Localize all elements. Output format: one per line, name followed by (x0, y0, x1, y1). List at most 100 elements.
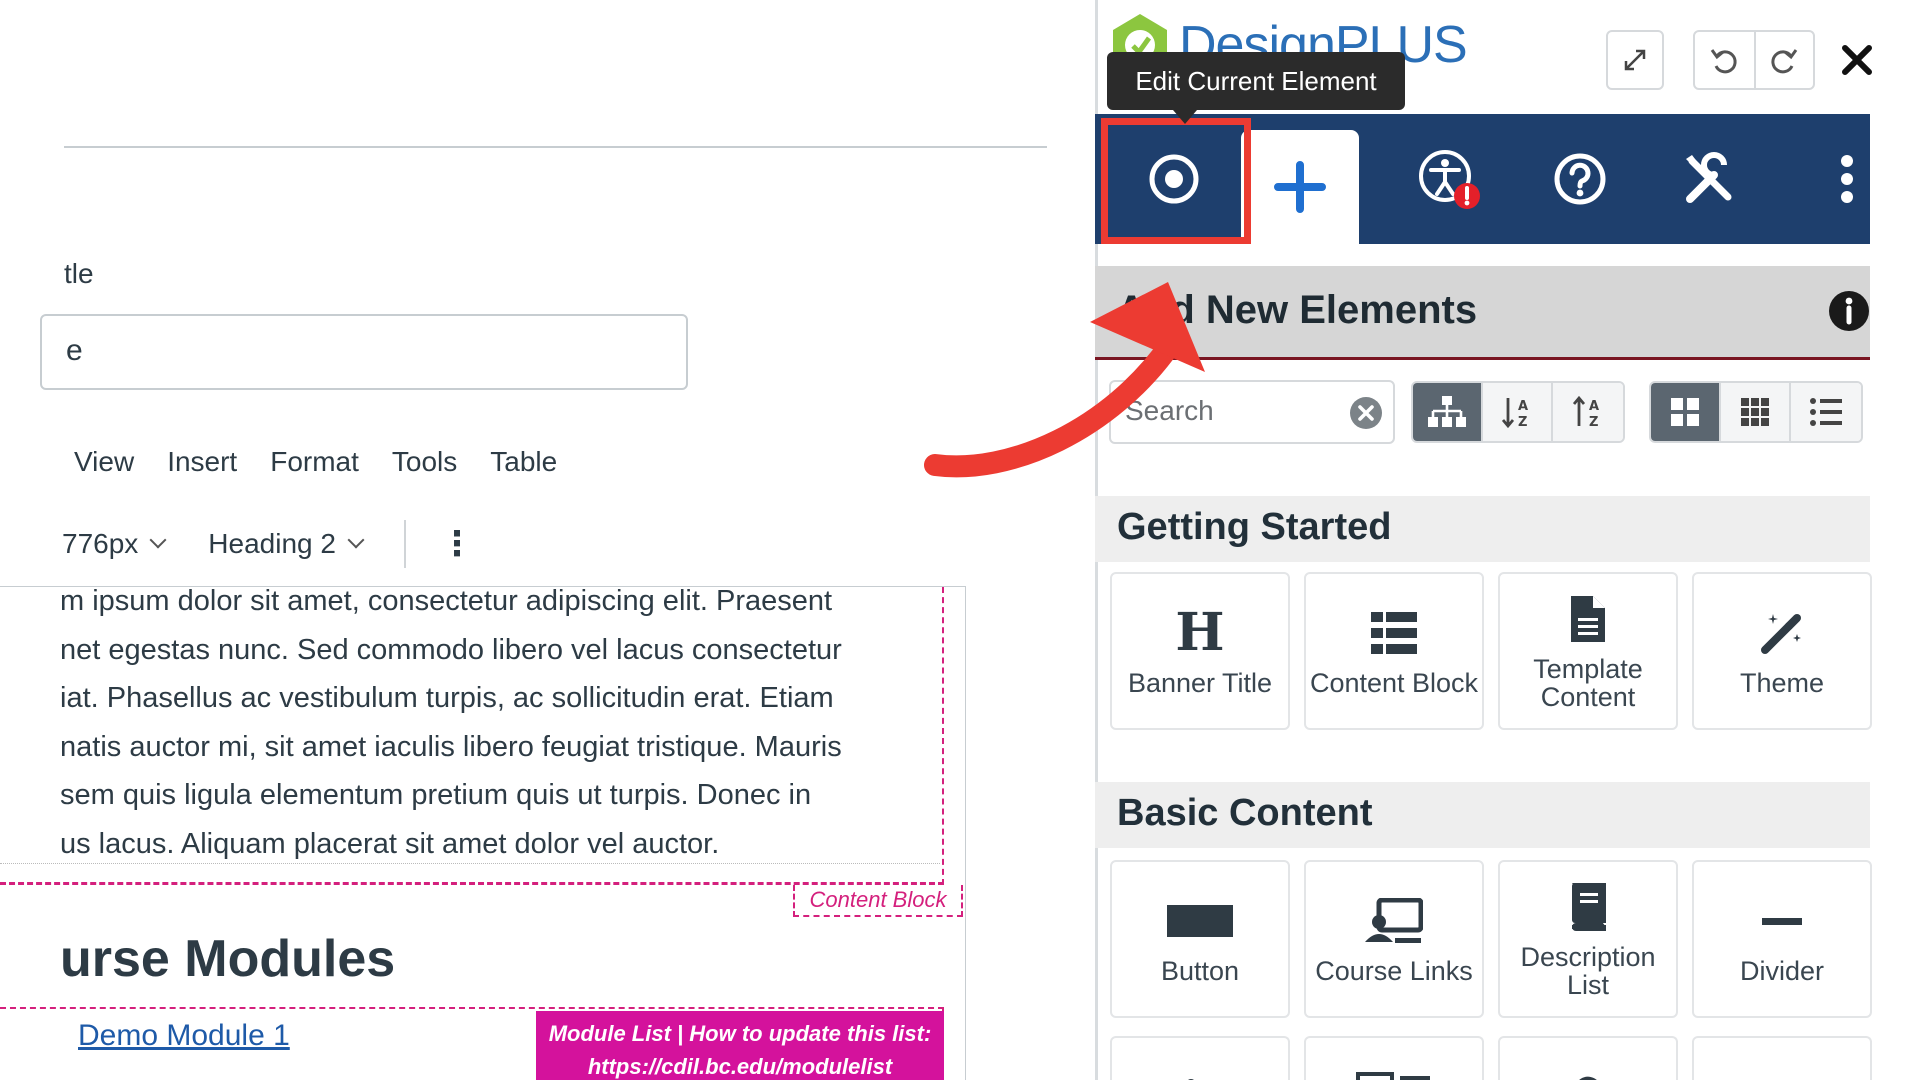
vertical-dots-icon (1841, 155, 1853, 203)
image-text-icon (1356, 1072, 1430, 1080)
svg-text:Z: Z (1518, 415, 1527, 429)
small-grid-view-button[interactable] (1721, 383, 1791, 441)
element-label: Template Content (1533, 654, 1643, 712)
element-description-list[interactable]: Description List (1498, 860, 1678, 1018)
redo-icon (1771, 49, 1798, 74)
ordered-list-icon (1762, 1076, 1802, 1080)
document-icon (1571, 591, 1605, 647)
element-banner-title[interactable]: H Banner Title (1110, 572, 1290, 730)
module-list-badge[interactable]: Module List | How to update this list: h… (536, 1011, 944, 1080)
canvas-editor: tle e View Insert Format Tools Table 776… (0, 0, 1090, 1080)
element-button[interactable]: Button (1110, 860, 1290, 1018)
element-label: Content Block (1309, 668, 1479, 698)
element-partial[interactable] (1304, 1036, 1484, 1080)
tab-tools[interactable] (1645, 114, 1775, 244)
badge-line: Module List | How to update this list: (548, 1021, 932, 1046)
undo-redo-group (1693, 30, 1815, 90)
paragraph-line: us lacus. Aliquam placerat sit amet dolo… (60, 827, 720, 860)
undo-icon (1711, 49, 1738, 74)
more-options-icon[interactable]: ⋮ (440, 527, 474, 561)
sitemap-icon (1428, 396, 1466, 427)
element-divider[interactable]: Divider (1692, 860, 1872, 1018)
toolbar-separator (403, 520, 406, 568)
info-icon[interactable] (1828, 290, 1870, 332)
menu-tools[interactable]: Tools (392, 446, 457, 478)
close-icon[interactable] (1835, 38, 1879, 82)
badge-line: https://cdil.bc.edu/modulelist (587, 1054, 893, 1079)
chevron-down-icon (347, 531, 365, 549)
module-link[interactable]: Demo Module 1 (78, 1019, 290, 1053)
clear-search-icon[interactable] (1349, 396, 1383, 430)
sort-controls: A Z A Z (1411, 381, 1625, 443)
redo-button[interactable] (1753, 32, 1813, 88)
element-template-content[interactable]: Template Content (1498, 572, 1678, 730)
designplus-panel: DesignPLUS Edit Current Element Add New … (1095, 0, 1920, 1080)
menu-insert[interactable]: Insert (167, 446, 237, 478)
element-partial[interactable] (1498, 1036, 1678, 1080)
list-view-button[interactable] (1791, 383, 1861, 441)
menu-view[interactable]: View (74, 446, 134, 478)
sort-alpha-desc-icon: A Z (1572, 395, 1599, 429)
view-controls (1649, 381, 1863, 443)
accessibility-icon (1419, 150, 1480, 209)
editor-toolbar: 776px Heading 2 ⋮ (62, 516, 474, 572)
paragraph-line: sem quis ligula elementum pretium quis u… (60, 779, 812, 811)
tab-help[interactable] (1515, 114, 1645, 244)
category-getting-started: Getting Started (1095, 496, 1870, 562)
element-theme[interactable]: Theme (1692, 572, 1872, 730)
element-content-block[interactable]: Content Block (1304, 572, 1484, 730)
category-title: Getting Started (1117, 506, 1392, 548)
paragraph-line: m ipsum dolor sit amet, consectetur adip… (60, 586, 833, 617)
element-partial[interactable] (1110, 1036, 1290, 1080)
modules-heading: urse Modules (60, 930, 396, 988)
list-view-icon (1810, 398, 1842, 426)
magic-wand-icon (1759, 605, 1805, 661)
element-course-links[interactable]: Course Links (1304, 860, 1484, 1018)
svg-text:A: A (1518, 399, 1528, 414)
paragraph-line: net egestas nunc. Sed commodo libero vel… (60, 633, 842, 666)
paragraph-line: iat. Phasellus ac vestibulum turpis, ac … (60, 682, 834, 714)
section-header: Add New Elements (1095, 266, 1870, 360)
undo-button[interactable] (1695, 32, 1754, 88)
sort-alpha-asc-icon: A Z (1501, 398, 1528, 429)
large-grid-view-button[interactable] (1651, 383, 1721, 441)
chevron-down-icon (149, 531, 167, 549)
sort-by-category-button[interactable] (1413, 383, 1483, 441)
search-field (1109, 380, 1395, 444)
menu-format[interactable]: Format (270, 446, 359, 478)
tab-accessibility[interactable] (1385, 114, 1515, 244)
menu-table[interactable]: Table (490, 446, 557, 478)
element-label: Button (1160, 956, 1240, 986)
element-label: Banner Title (1127, 668, 1273, 698)
block-format-value: Heading 2 (208, 528, 336, 559)
button-icon (1167, 893, 1233, 949)
block-format-dropdown[interactable]: Heading 2 (208, 528, 365, 560)
font-size-dropdown[interactable]: 776px (62, 528, 167, 560)
highlight-box (1101, 118, 1251, 244)
rich-content-area[interactable]: m ipsum dolor sit amet, consectetur adip… (0, 586, 966, 1080)
sort-ascending-button[interactable]: A Z (1483, 383, 1553, 441)
element-partial[interactable] (1692, 1036, 1872, 1080)
tab-add-new-elements[interactable] (1241, 130, 1359, 244)
sort-descending-button[interactable]: A Z (1553, 383, 1623, 441)
course-links-icon (1365, 893, 1423, 949)
search-row: A Z A Z (1109, 380, 1863, 444)
plus-icon (1274, 161, 1326, 213)
section-title: Add New Elements (1117, 288, 1478, 332)
element-label: Description List (1520, 942, 1656, 1000)
tools-icon (1686, 152, 1732, 203)
category-basic-content: Basic Content (1095, 782, 1870, 848)
expand-button[interactable] (1606, 30, 1664, 90)
search-input[interactable] (1111, 382, 1331, 440)
content-block-tag[interactable]: Content Block (793, 885, 963, 917)
svg-text:Z: Z (1589, 415, 1598, 429)
element-grid-partial (1110, 1036, 1872, 1080)
element-label: Divider (1739, 956, 1825, 986)
help-icon (1554, 153, 1606, 205)
title-input[interactable]: e (40, 314, 688, 390)
small-grid-icon (1741, 398, 1769, 426)
tooltip: Edit Current Element (1107, 52, 1405, 124)
font-size-value: 776px (62, 528, 139, 559)
panel-more-icon[interactable] (1825, 114, 1869, 244)
list-icon (1371, 605, 1417, 661)
